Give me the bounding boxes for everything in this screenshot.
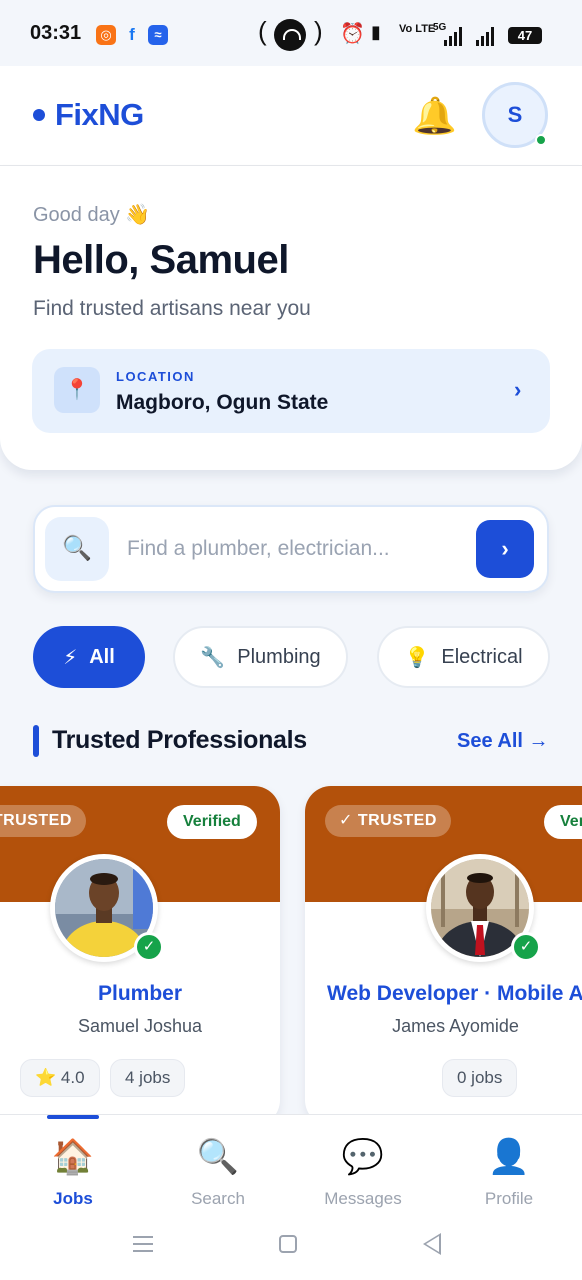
category-chip-plumbing[interactable]: 🔧 Plumbing: [173, 626, 348, 688]
recent-apps-icon[interactable]: [133, 1236, 153, 1252]
app-logo[interactable]: FixNG: [55, 97, 144, 133]
star-icon: ⭐: [35, 1068, 57, 1087]
home-icon: 🏠: [51, 1138, 95, 1176]
wrench-icon: 🔧: [200, 646, 226, 669]
location-selector[interactable]: 📍 LOCATION Magboro, Ogun State ›: [32, 349, 550, 433]
facebook-icon: f: [129, 25, 135, 44]
person-icon: 👤: [487, 1138, 531, 1176]
vibrate-icon: ▮: [371, 22, 381, 42]
professional-card[interactable]: ✓ TRUSTED Verified ✓ Web Developer · Mob…: [305, 786, 582, 1126]
nav-label: Messages: [324, 1189, 402, 1208]
search-submit-button[interactable]: ›: [476, 520, 534, 578]
category-chip-electrical[interactable]: 💡 Electrical: [377, 626, 550, 688]
page-title: Hello, Samuel: [33, 238, 289, 282]
nav-item-messages[interactable]: 💬 Messages: [303, 1135, 423, 1209]
rating-chip: ⭐ 4.0: [20, 1059, 100, 1097]
logo-dot: [33, 109, 45, 121]
bell-icon[interactable]: 🔔: [412, 94, 457, 138]
hotspot-indicator: ( ): [258, 16, 324, 52]
app-notification-icon: ◎: [96, 25, 116, 45]
online-status-dot: [535, 134, 547, 146]
volte-label: Vo LTE: [399, 23, 436, 35]
avatar[interactable]: S: [482, 82, 548, 148]
back-icon[interactable]: [423, 1233, 441, 1255]
nav-label: Jobs: [53, 1189, 93, 1208]
category-chip-label: Electrical: [441, 645, 523, 668]
verified-badge: Verified: [167, 805, 257, 839]
section-accent-bar: [33, 725, 39, 757]
nav-item-profile[interactable]: 👤 Profile: [449, 1135, 569, 1209]
active-tab-indicator: [47, 1115, 99, 1119]
jobs-chip: 4 jobs: [110, 1059, 186, 1097]
signal-icon: [476, 26, 498, 46]
professional-role: Plumber: [97, 982, 183, 1005]
alarm-icon: ⏰: [340, 23, 365, 45]
trusted-badge: ✓ TRUSTED: [0, 805, 86, 837]
verified-badge: Verified: [544, 805, 582, 839]
search-icon: 🔍: [45, 517, 109, 581]
battery-indicator: 47: [508, 27, 542, 44]
trusted-badge: ✓ TRUSTED: [325, 805, 451, 837]
chevron-right-icon: ›: [514, 377, 522, 402]
category-chip-all[interactable]: ⚡ All: [33, 626, 145, 688]
verified-check-icon: ✓: [511, 932, 541, 962]
jobs-chip: 0 jobs: [442, 1059, 518, 1097]
nav-label: Search: [191, 1189, 245, 1208]
nav-item-search[interactable]: 🔍 Search: [158, 1135, 278, 1209]
professional-name: James Ayomide: [392, 1016, 519, 1036]
signal-icon: [444, 26, 466, 46]
category-chip-label: All: [89, 645, 115, 668]
nav-item-jobs[interactable]: 🏠 Jobs: [13, 1135, 133, 1209]
search-input[interactable]: [127, 529, 467, 569]
nav-label: Profile: [484, 1189, 534, 1208]
bottom-navigation: 🏠 Jobs 🔍 Search 💬 Messages 👤 Profile: [0, 1114, 582, 1218]
professional-card[interactable]: ✓ TRUSTED Verified ✓ Plumber Samuel Josh…: [0, 786, 280, 1126]
lightbulb-icon: 💡: [404, 646, 430, 669]
professional-name: Samuel Joshua: [77, 1016, 203, 1036]
lightning-icon: ⚡: [63, 646, 78, 669]
search-icon: 🔍: [196, 1138, 240, 1176]
location-value: Magboro, Ogun State: [116, 391, 329, 414]
status-bar: 03:31 ◎ f ≈ ( ) ⏰ ▮ Vo LTE 5G 47: [0, 0, 582, 66]
rating-value: 4.0: [60, 1068, 85, 1087]
hero-card: Good day 👋 Hello, Samuel Find trusted ar…: [0, 166, 582, 470]
category-chip-label: Plumbing: [237, 645, 321, 668]
tagline: Find trusted artisans near you: [33, 297, 311, 320]
app-notification-icon: ≈: [148, 25, 168, 45]
chat-icon: 💬: [341, 1138, 385, 1176]
location-pin-icon: 📍: [54, 367, 100, 413]
professional-role: Web Developer · Mobile App Developer: [327, 982, 582, 1005]
home-button-icon[interactable]: [279, 1235, 297, 1253]
search-bar: 🔍 ›: [33, 505, 549, 593]
greeting-text: Good day 👋: [33, 204, 151, 226]
section-title: Trusted Professionals: [52, 726, 307, 754]
see-all-link[interactable]: See All →: [457, 730, 549, 753]
app-header: FixNG 🔔 S: [0, 66, 582, 166]
status-time: 03:31: [30, 22, 82, 44]
system-navigation-bar: [0, 1218, 582, 1280]
verified-check-icon: ✓: [134, 932, 164, 962]
location-label: LOCATION: [116, 369, 195, 384]
